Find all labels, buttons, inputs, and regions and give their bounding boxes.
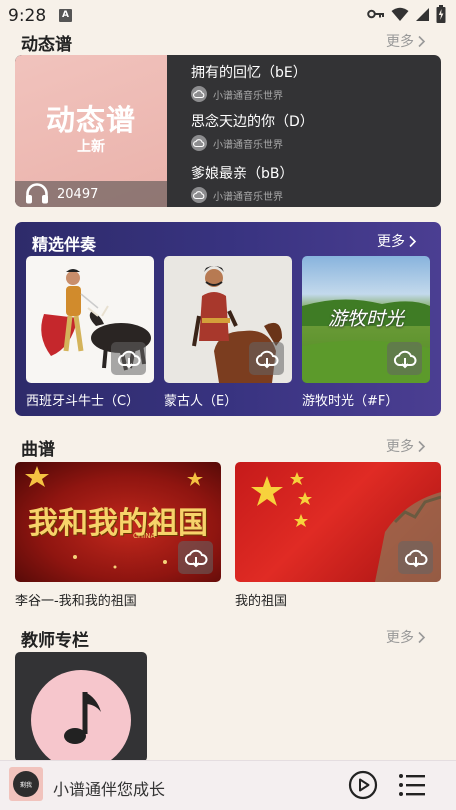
playlist-button[interactable] bbox=[398, 773, 426, 797]
cloud-icon bbox=[191, 187, 207, 203]
download-cloud-button[interactable] bbox=[249, 342, 284, 375]
featured-item[interactable]: 蒙古人（E） bbox=[164, 256, 292, 409]
status-bar: 9:28 A bbox=[0, 0, 456, 30]
cloud-download-icon bbox=[255, 350, 278, 368]
listen-count: 20497 bbox=[57, 187, 99, 202]
chevron-right-icon bbox=[418, 35, 426, 47]
player-cover[interactable]: 剩我 bbox=[9, 767, 43, 801]
song-item[interactable]: 爹娘最亲（bB） 小谱通音乐世界 bbox=[191, 163, 431, 203]
featured-cover-text: 游牧时光 bbox=[327, 308, 404, 330]
featured-label: 游牧时光（#F） bbox=[302, 394, 399, 409]
song-source: 小谱通音乐世界 bbox=[213, 90, 283, 102]
more-label: 更多 bbox=[377, 234, 405, 250]
score-cover bbox=[235, 462, 441, 582]
song-source: 小谱通音乐世界 bbox=[213, 139, 283, 151]
dynamic-card[interactable]: 动态谱 上新 20497 拥有的回忆（bE） 小谱通音乐世界 思念天边的你（D）… bbox=[15, 55, 441, 207]
dynamic-cover[interactable]: 动态谱 上新 20497 bbox=[15, 55, 167, 207]
featured-cover bbox=[164, 256, 292, 383]
score-item[interactable]: 我和我的祖国 CHINA 李谷一-我和我的祖国 bbox=[15, 462, 221, 609]
download-cloud-button[interactable] bbox=[178, 541, 213, 574]
score-cover-text: 我和我的祖国 bbox=[28, 506, 208, 541]
dynamic-section-title: 动态谱 bbox=[21, 35, 72, 55]
score-item[interactable]: 我的祖国 bbox=[235, 462, 441, 609]
scores-section-title: 曲谱 bbox=[21, 440, 55, 460]
featured-label: 蒙古人（E） bbox=[164, 394, 238, 409]
battery-icon bbox=[436, 5, 446, 23]
cover-subtitle: 上新 bbox=[77, 139, 105, 155]
teacher-item[interactable] bbox=[15, 652, 147, 762]
play-button[interactable] bbox=[348, 770, 378, 800]
cloud-download-icon bbox=[393, 350, 416, 368]
featured-label: 西班牙斗牛士（C） bbox=[26, 394, 140, 409]
cloud-icon bbox=[191, 135, 207, 151]
featured-item[interactable]: 游牧时光 游牧时光（#F） bbox=[302, 256, 430, 409]
song-title: 爹娘最亲（bB） bbox=[191, 166, 294, 182]
key-icon bbox=[367, 9, 384, 19]
cloud-icon bbox=[191, 86, 207, 102]
cover-title: 动态谱 bbox=[45, 103, 136, 137]
score-cover-small: CHINA bbox=[133, 532, 156, 540]
mini-player[interactable]: 剩我 小谱通伴您成长 bbox=[0, 760, 456, 810]
download-cloud-button[interactable] bbox=[398, 541, 433, 574]
notification-icon: A bbox=[59, 9, 72, 22]
more-label: 更多 bbox=[386, 439, 414, 455]
signal-icon bbox=[416, 7, 429, 21]
cloud-download-icon bbox=[117, 350, 140, 368]
featured-more-button[interactable]: 更多 bbox=[377, 231, 417, 251]
featured-cover: 游牧时光 bbox=[302, 256, 430, 383]
player-cover-label: 剩我 bbox=[13, 771, 39, 797]
status-icons bbox=[367, 5, 446, 23]
song-title: 拥有的回忆（bE） bbox=[191, 65, 307, 81]
more-label: 更多 bbox=[386, 34, 414, 50]
cloud-download-icon bbox=[184, 549, 207, 567]
music-note-icon bbox=[31, 670, 131, 762]
scores-more-button[interactable]: 更多 bbox=[386, 436, 426, 456]
score-label: 我的祖国 bbox=[235, 594, 288, 609]
teacher-section-title: 教师专栏 bbox=[21, 631, 89, 651]
chevron-right-icon bbox=[409, 235, 417, 247]
featured-item[interactable]: 西班牙斗牛士（C） bbox=[26, 256, 154, 409]
song-source: 小谱通音乐世界 bbox=[213, 191, 283, 203]
player-tagline: 小谱通伴您成长 bbox=[53, 780, 166, 799]
headphones-icon bbox=[26, 183, 48, 204]
cloud-download-icon bbox=[404, 549, 427, 567]
featured-panel: 精选伴奏 更多 西班牙斗牛士（C） 蒙古人（E） 游牧时光 游牧时光（#F） bbox=[15, 222, 441, 416]
score-cover: 我和我的祖国 CHINA bbox=[15, 462, 221, 582]
status-time: 9:28 bbox=[8, 6, 47, 26]
listen-count-bar: 20497 bbox=[15, 181, 167, 207]
song-item[interactable]: 拥有的回忆（bE） 小谱通音乐世界 bbox=[191, 62, 431, 102]
chevron-right-icon bbox=[418, 440, 426, 452]
wifi-icon bbox=[391, 7, 409, 21]
featured-cover bbox=[26, 256, 154, 383]
download-cloud-button[interactable] bbox=[111, 342, 146, 375]
song-item[interactable]: 思念天边的你（D） 小谱通音乐世界 bbox=[191, 111, 431, 151]
featured-section-title: 精选伴奏 bbox=[32, 235, 97, 254]
download-cloud-button[interactable] bbox=[387, 342, 422, 375]
dynamic-more-button[interactable]: 更多 bbox=[386, 31, 426, 51]
song-title: 思念天边的你（D） bbox=[191, 114, 314, 130]
score-label: 李谷一-我和我的祖国 bbox=[15, 594, 137, 609]
chevron-right-icon bbox=[418, 631, 426, 643]
more-label: 更多 bbox=[386, 630, 414, 646]
teacher-more-button[interactable]: 更多 bbox=[386, 627, 426, 647]
